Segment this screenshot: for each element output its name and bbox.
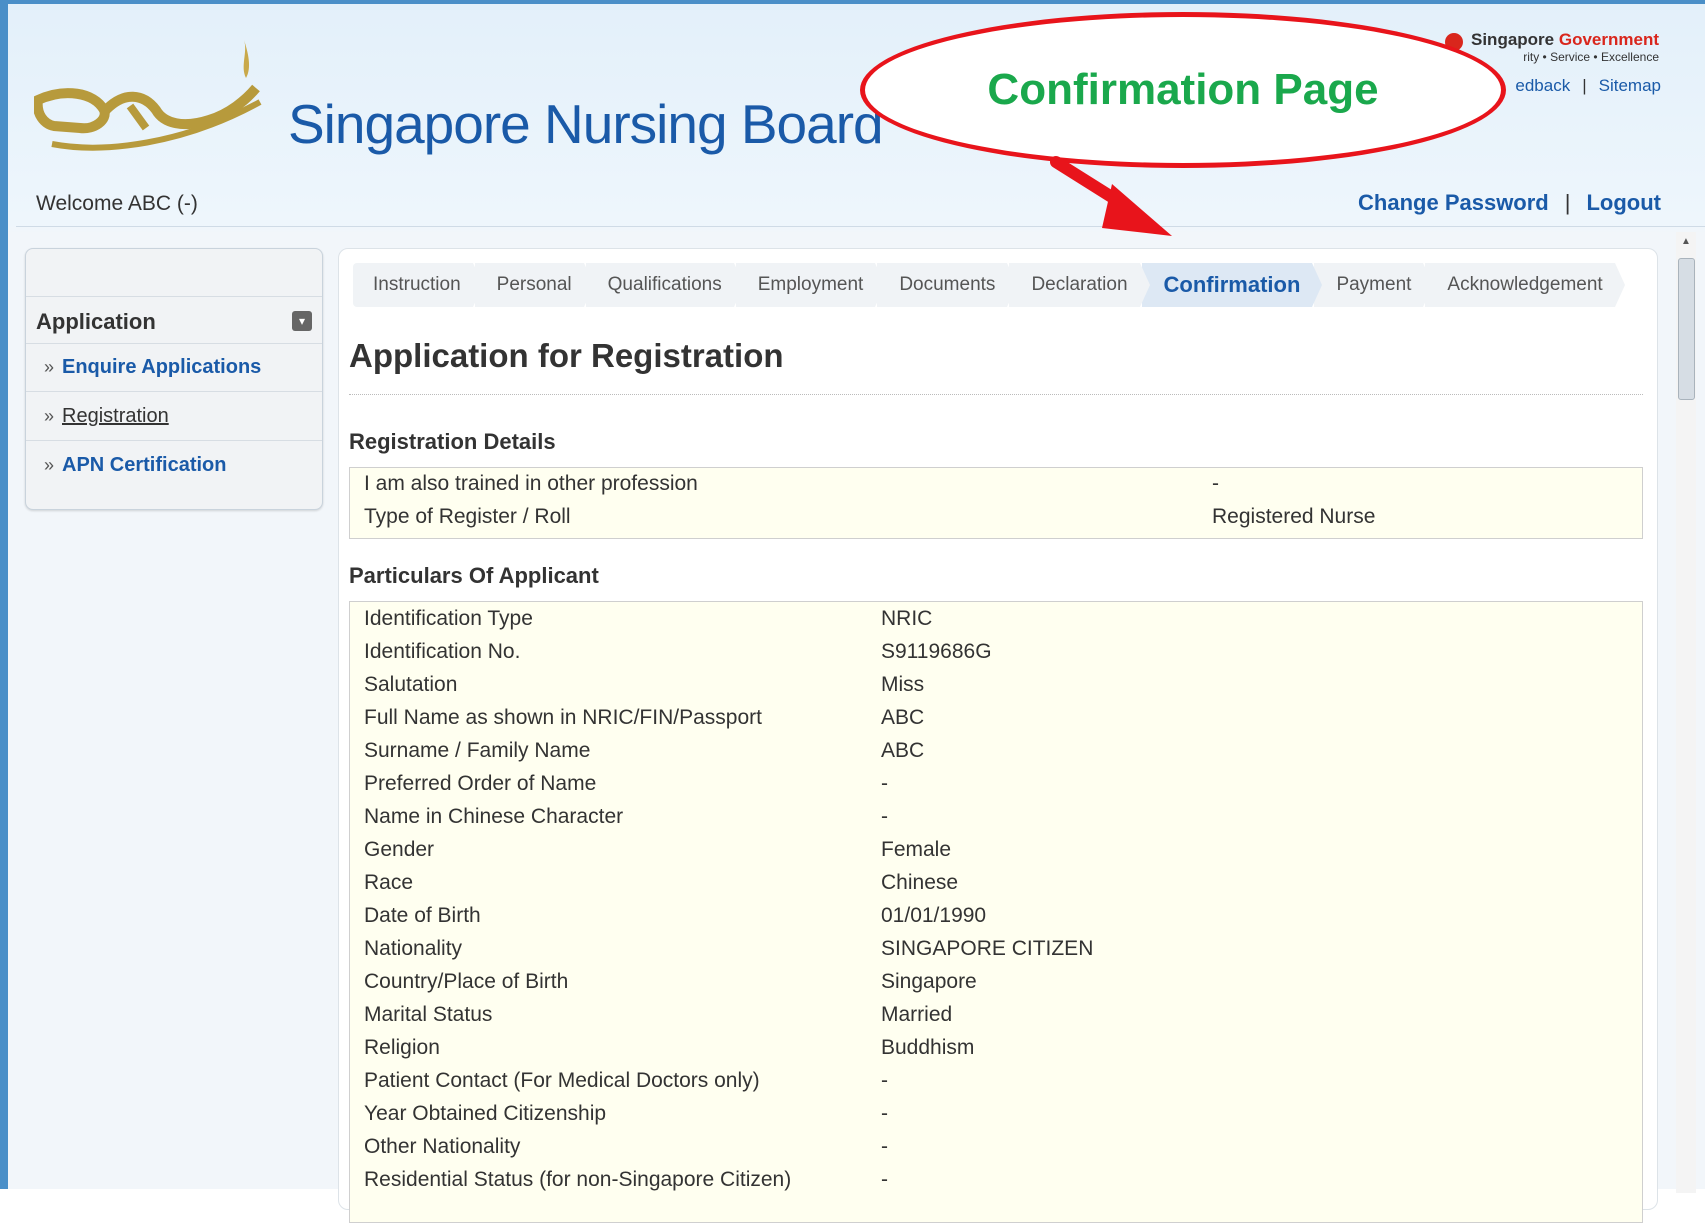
step-acknowledgement[interactable]: Acknowledgement bbox=[1425, 263, 1625, 307]
sidebar-section-application[interactable]: Application ▾ bbox=[26, 296, 322, 344]
field-label: Marital Status bbox=[364, 1003, 493, 1026]
field-label: Preferred Order of Name bbox=[364, 772, 597, 795]
confirmation-page-callout: Confirmation Page bbox=[860, 12, 1506, 168]
step-qualifications[interactable]: Qualifications bbox=[585, 263, 744, 307]
particulars-heading: Particulars Of Applicant bbox=[349, 563, 599, 588]
page-title: Application for Registration bbox=[349, 337, 784, 374]
field-value: Buddhism bbox=[881, 1036, 975, 1059]
field-value: SINGAPORE CITIZEN bbox=[881, 937, 1094, 960]
registration-details-heading: Registration Details bbox=[349, 429, 556, 454]
callout-arrow-icon bbox=[1050, 156, 1172, 236]
account-links: Change Password | Logout bbox=[1358, 190, 1661, 215]
progress-steps: Instruction Personal Qualifications Employm… bbox=[353, 263, 1625, 307]
sidebar-item-label: Registration bbox=[62, 405, 169, 427]
field-label: Residential Status (for non-Singapore Ci… bbox=[364, 1168, 792, 1191]
sidebar-section-label: Application bbox=[36, 309, 156, 334]
field-value: Miss bbox=[881, 673, 925, 696]
site-title: Singapore Nursing Board bbox=[288, 93, 884, 155]
snb-logo-icon bbox=[34, 40, 262, 151]
main-content: Instruction Personal Qualifications Employm… bbox=[338, 248, 1658, 1223]
field-value: - bbox=[881, 1102, 888, 1125]
field-value: - bbox=[881, 805, 888, 828]
sidebar-item-registration[interactable]: » Registration bbox=[26, 392, 322, 441]
collapse-toggle-icon[interactable]: ▾ bbox=[292, 311, 312, 331]
field-label: Nationality bbox=[364, 937, 463, 960]
particulars-table: Identification Type NRIC Identification No… bbox=[349, 601, 1643, 1223]
field-value: Female bbox=[881, 838, 952, 861]
field-label: Salutation bbox=[364, 673, 458, 696]
field-label: Date of Birth bbox=[364, 904, 481, 927]
field-label: Type of Register / Roll bbox=[364, 505, 571, 528]
scroll-up-icon[interactable]: ▲ bbox=[1676, 232, 1696, 252]
gov-name-a: Singapore bbox=[1471, 30, 1555, 49]
step-confirmation[interactable]: Confirmation bbox=[1141, 263, 1323, 307]
field-value: Registered Nurse bbox=[1212, 505, 1376, 528]
field-value: Singapore bbox=[881, 970, 977, 993]
top-links: edback | Sitemap bbox=[1515, 76, 1661, 95]
field-label: Religion bbox=[364, 1036, 440, 1059]
field-value: ABC bbox=[881, 739, 925, 762]
field-value: S9119686G bbox=[881, 640, 992, 663]
field-value: - bbox=[881, 1135, 888, 1158]
field-label: I am also trained in other profession bbox=[364, 472, 698, 495]
field-value: - bbox=[881, 772, 888, 795]
feedback-link[interactable]: edback bbox=[1515, 76, 1570, 95]
sidebar-item-label: Enquire Applications bbox=[62, 356, 262, 378]
step-documents[interactable]: Documents bbox=[877, 263, 1018, 307]
field-value: Chinese bbox=[881, 871, 959, 894]
sidebar-item-label: APN Certification bbox=[62, 454, 227, 476]
field-label: Name in Chinese Character bbox=[364, 805, 624, 828]
field-label: Surname / Family Name bbox=[364, 739, 591, 762]
field-value: - bbox=[881, 1069, 888, 1092]
field-value: - bbox=[881, 1168, 888, 1191]
change-password-link[interactable]: Change Password bbox=[1358, 190, 1549, 215]
registration-details-table: I am also trained in other profession - Ty… bbox=[349, 467, 1643, 539]
field-value: - bbox=[1212, 472, 1219, 495]
field-label: Identification No. bbox=[364, 640, 521, 663]
field-value: ABC bbox=[881, 706, 925, 729]
sitemap-link[interactable]: Sitemap bbox=[1599, 76, 1661, 95]
field-label: Patient Contact (For Medical Doctors onl… bbox=[364, 1069, 760, 1092]
step-instruction[interactable]: Instruction bbox=[353, 263, 483, 307]
title-divider bbox=[349, 394, 1643, 395]
field-label: Full Name as shown in NRIC/FIN/Passport bbox=[364, 706, 762, 729]
gov-tagline: rity • Service • Excellence bbox=[1523, 50, 1659, 64]
welcome-text: Welcome ABC (-) bbox=[36, 192, 198, 215]
field-label: Race bbox=[364, 871, 414, 894]
field-label: Identification Type bbox=[364, 607, 533, 630]
header-divider bbox=[16, 226, 1705, 227]
callout-label: Confirmation Page bbox=[987, 65, 1379, 114]
step-personal[interactable]: Personal bbox=[474, 263, 594, 307]
gov-name-b: Government bbox=[1558, 30, 1659, 49]
logout-link[interactable]: Logout bbox=[1586, 190, 1661, 215]
page-frame: Singapore Nursing Board Singapore Govern… bbox=[0, 0, 1705, 1223]
page-scrollbar[interactable]: ▲ bbox=[1676, 232, 1696, 1193]
field-label: Other Nationality bbox=[364, 1135, 521, 1158]
field-label: Year Obtained Citizenship bbox=[364, 1102, 607, 1125]
scrollbar-thumb[interactable] bbox=[1678, 258, 1695, 400]
field-value: NRIC bbox=[881, 607, 933, 630]
field-label: Gender bbox=[364, 838, 435, 861]
field-value: 01/01/1990 bbox=[881, 904, 987, 927]
step-declaration[interactable]: Declaration bbox=[1009, 263, 1150, 307]
field-label: Country/Place of Birth bbox=[364, 970, 569, 993]
sidebar: Application ▾ » Enquire Applications » R… bbox=[25, 248, 323, 510]
field-value: Married bbox=[881, 1003, 953, 1026]
step-employment[interactable]: Employment bbox=[735, 263, 885, 307]
sidebar-item-apn-certification[interactable]: » APN Certification bbox=[26, 441, 322, 489]
sidebar-item-enquire-applications[interactable]: » Enquire Applications bbox=[26, 343, 322, 392]
step-payment[interactable]: Payment bbox=[1314, 263, 1434, 307]
singapore-government-brand: Singapore Government rity • Service • Ex… bbox=[1445, 30, 1659, 64]
